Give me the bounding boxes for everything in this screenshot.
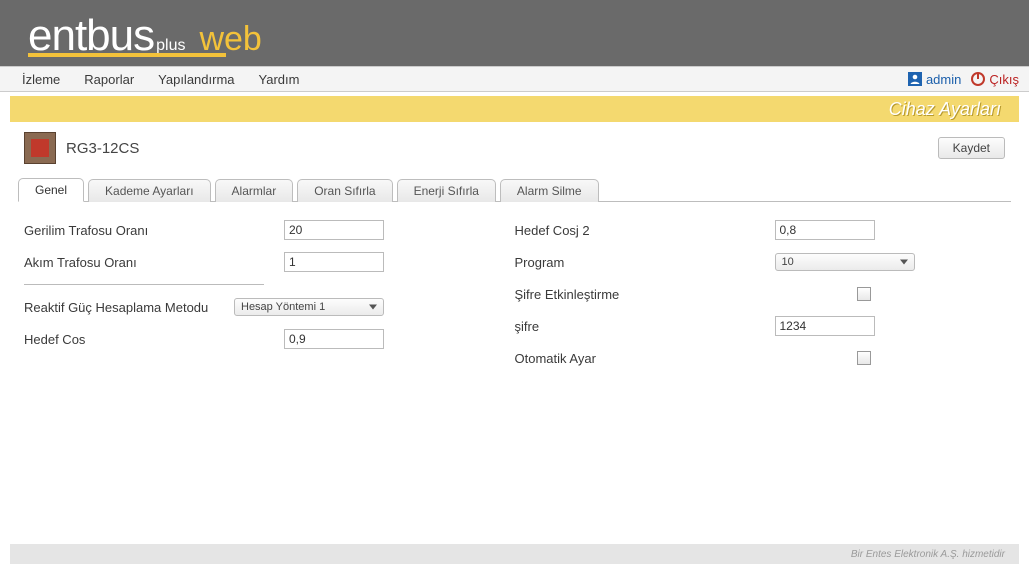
label-hedef-cosj2: Hedef Cosj 2 (515, 223, 775, 238)
tab-alarm-silme[interactable]: Alarm Silme (500, 179, 599, 202)
user-icon (908, 72, 922, 86)
tab-kademe-ayarlari[interactable]: Kademe Ayarları (88, 179, 211, 202)
logo-underline (28, 53, 226, 57)
menu-item-yapilandirma[interactable]: Yapılandırma (158, 72, 234, 87)
menu-item-raporlar[interactable]: Raporlar (84, 72, 134, 87)
input-gerilim-trafosu[interactable] (284, 220, 384, 240)
input-hedef-cos[interactable] (284, 329, 384, 349)
label-program: Program (515, 255, 775, 270)
select-program[interactable]: 10 (775, 253, 915, 271)
label-hedef-cos: Hedef Cos (24, 332, 284, 347)
logo-brand1: entbus (28, 14, 154, 58)
checkbox-otomatik-ayar[interactable] (857, 351, 871, 365)
user-name: admin (926, 72, 961, 87)
device-header-row: RG3-12CS Kaydet (10, 122, 1019, 168)
label-reaktif-guc: Reaktif Güç Hesaplama Metodu (24, 300, 234, 315)
label-gerilim-trafosu: Gerilim Trafosu Oranı (24, 223, 284, 238)
logout-link[interactable]: Çıkış (971, 72, 1019, 87)
tab-oran-sifirla[interactable]: Oran Sıfırla (297, 179, 392, 202)
main-menu-bar: İzleme Raporlar Yapılandırma Yardım admi… (0, 66, 1029, 92)
power-icon (971, 72, 985, 86)
row-akim-trafosu: Akım Trafosu Oranı (24, 246, 515, 278)
row-reaktif-guc: Reaktif Güç Hesaplama Metodu Hesap Yönte… (24, 291, 515, 323)
input-akim-trafosu[interactable] (284, 252, 384, 272)
tab-genel[interactable]: Genel (18, 178, 84, 202)
input-hedef-cosj2[interactable] (775, 220, 875, 240)
menu-item-izleme[interactable]: İzleme (22, 72, 60, 87)
row-program: Program 10 (515, 246, 1006, 278)
row-sifre: şifre (515, 310, 1006, 342)
checkbox-sifre-etkin[interactable] (857, 287, 871, 301)
tab-enerji-sifirla[interactable]: Enerji Sıfırla (397, 179, 496, 202)
select-reaktif-guc[interactable]: Hesap Yöntemi 1 (234, 298, 384, 316)
row-gerilim-trafosu: Gerilim Trafosu Oranı (24, 214, 515, 246)
form-right-column: Hedef Cosj 2 Program 10 Şifre Etkinleşti… (515, 214, 1006, 374)
row-sifre-etkin: Şifre Etkinleştirme (515, 278, 1006, 310)
input-sifre[interactable] (775, 316, 875, 336)
menu-item-yardim[interactable]: Yardım (259, 72, 300, 87)
form-genel: Gerilim Trafosu Oranı Akım Trafosu Oranı… (18, 202, 1011, 374)
label-sifre-etkin: Şifre Etkinleştirme (515, 287, 775, 302)
footer-text: Bir Entes Elektronik A.Ş. hizmetidir (851, 549, 1005, 560)
logo-brand2: web (199, 22, 261, 56)
footer-bar: Bir Entes Elektronik A.Ş. hizmetidir (10, 544, 1019, 564)
left-separator (24, 284, 264, 285)
row-hedef-cosj2: Hedef Cosj 2 (515, 214, 1006, 246)
page-title: Cihaz Ayarları (889, 99, 1001, 120)
label-sifre: şifre (515, 319, 775, 334)
header-logo-bar: entbus plus web (0, 0, 1029, 66)
logo: entbus plus web (28, 14, 262, 58)
save-button[interactable]: Kaydet (938, 137, 1005, 159)
select-program-value: 10 (782, 256, 794, 268)
tab-alarmlar[interactable]: Alarmlar (215, 179, 294, 202)
form-left-column: Gerilim Trafosu Oranı Akım Trafosu Oranı… (24, 214, 515, 374)
logout-label: Çıkış (989, 72, 1019, 87)
label-otomatik-ayar: Otomatik Ayar (515, 351, 775, 366)
page-title-bar: Cihaz Ayarları (10, 96, 1019, 122)
device-name: RG3-12CS (66, 140, 139, 157)
select-reaktif-guc-value: Hesap Yöntemi 1 (241, 301, 325, 313)
chevron-down-icon (900, 260, 908, 265)
user-link[interactable]: admin (908, 72, 961, 87)
tab-strip: Genel Kademe Ayarları Alarmlar Oran Sıfı… (18, 176, 1011, 202)
label-akim-trafosu: Akım Trafosu Oranı (24, 255, 284, 270)
row-otomatik-ayar: Otomatik Ayar (515, 342, 1006, 374)
row-hedef-cos: Hedef Cos (24, 323, 515, 355)
device-icon (24, 132, 56, 164)
chevron-down-icon (369, 305, 377, 310)
